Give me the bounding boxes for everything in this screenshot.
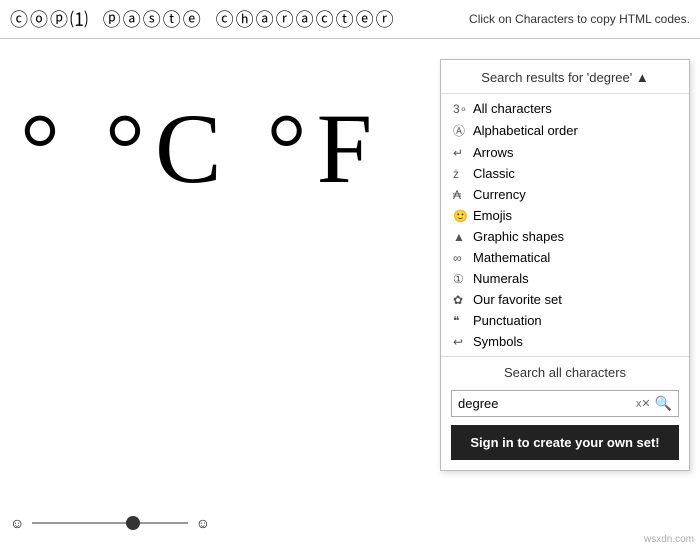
dropdown-item-icon: ✿ xyxy=(453,293,473,307)
dropdown-item[interactable]: ↵Arrows xyxy=(441,142,689,163)
dropdown-item-label: Emojis xyxy=(473,208,512,223)
dropdown-header[interactable]: Search results for 'degree' ▲ xyxy=(441,60,689,94)
dropdown-item-label: Currency xyxy=(473,187,526,202)
dropdown-item-icon: 3∘ xyxy=(453,102,473,116)
search-input[interactable] xyxy=(458,396,636,411)
dropdown-panel: Search results for 'degree' ▲ 3∘All char… xyxy=(440,59,690,471)
dropdown-item-label: Numerals xyxy=(473,271,529,286)
dropdown-item[interactable]: ①Numerals xyxy=(441,268,689,289)
dropdown-item-icon: Ⓐ xyxy=(453,122,473,139)
dropdown-item-icon: ↵ xyxy=(453,146,473,160)
dropdown-item[interactable]: 🙂Emojis xyxy=(441,205,689,226)
dropdown-item-label: Symbols xyxy=(473,334,523,349)
dropdown-item-label: Classic xyxy=(473,166,515,181)
slider-track[interactable] xyxy=(32,522,187,524)
dropdown-item-icon: ₳ xyxy=(453,188,473,202)
search-all-label: Search all characters xyxy=(441,356,689,386)
dropdown-item-label: Arrows xyxy=(473,145,513,160)
dropdown-item-label: Alphabetical order xyxy=(473,123,578,138)
font-size-slider[interactable]: ☺ ☺ xyxy=(10,515,210,531)
dropdown-item[interactable]: 3∘All characters xyxy=(441,98,689,119)
dropdown-item-icon: ↩ xyxy=(453,335,473,349)
dropdown-item[interactable]: ₳Currency xyxy=(441,184,689,205)
dropdown-item[interactable]: ⒶAlphabetical order xyxy=(441,119,689,142)
dropdown-item-icon: ① xyxy=(453,272,473,286)
slider-face-left-icon: ☺ xyxy=(10,515,24,531)
dropdown-item-icon: 🙂 xyxy=(453,209,473,223)
dropdown-item-label: Mathematical xyxy=(473,250,550,265)
dropdown-item-label: Graphic shapes xyxy=(473,229,564,244)
slider-thumb[interactable] xyxy=(126,516,140,530)
big-characters-display: ° °C °F xyxy=(20,99,382,199)
dropdown-item[interactable]: ✿Our favorite set xyxy=(441,289,689,310)
app-logo[interactable]: ⓒⓞⓟ⑴ ⓟⓐⓢⓣⓔ ⓒⓗⓐⓡⓐⓒⓣⓔⓡ xyxy=(10,6,396,32)
signin-button[interactable]: Sign in to create your own set! xyxy=(451,425,679,460)
header-hint: Click on Characters to copy HTML codes. xyxy=(469,12,690,26)
dropdown-item-label: All characters xyxy=(473,101,552,116)
dropdown-item-icon: ❝ xyxy=(453,314,473,328)
search-clear-button[interactable]: x✕ xyxy=(636,397,651,410)
app-header: ⓒⓞⓟ⑴ ⓟⓐⓢⓣⓔ ⓒⓗⓐⓡⓐⓒⓣⓔⓡ Click on Characters… xyxy=(0,0,700,39)
search-icon[interactable]: 🔍 xyxy=(655,395,672,412)
dropdown-item[interactable]: ∞Mathematical xyxy=(441,247,689,268)
dropdown-item[interactable]: ↩Symbols xyxy=(441,331,689,352)
slider-face-right-icon: ☺ xyxy=(196,515,210,531)
search-input-container[interactable]: x✕ 🔍 xyxy=(451,390,679,417)
watermark: wsxdn.com xyxy=(644,534,694,545)
dropdown-item-icon: ▲ xyxy=(453,230,473,244)
dropdown-item-icon: ∞ xyxy=(453,251,473,265)
dropdown-item-label: Punctuation xyxy=(473,313,542,328)
dropdown-item[interactable]: ❝Punctuation xyxy=(441,310,689,331)
dropdown-list: 3∘All charactersⒶAlphabetical order↵Arro… xyxy=(441,94,689,356)
dropdown-item[interactable]: żClassic xyxy=(441,163,689,184)
dropdown-item[interactable]: ▲Graphic shapes xyxy=(441,226,689,247)
main-area: ° °C °F ☺ ☺ Search results for 'degree' … xyxy=(0,39,700,549)
dropdown-item-label: Our favorite set xyxy=(473,292,562,307)
slider-fill xyxy=(32,522,133,524)
dropdown-item-icon: ż xyxy=(453,167,473,181)
